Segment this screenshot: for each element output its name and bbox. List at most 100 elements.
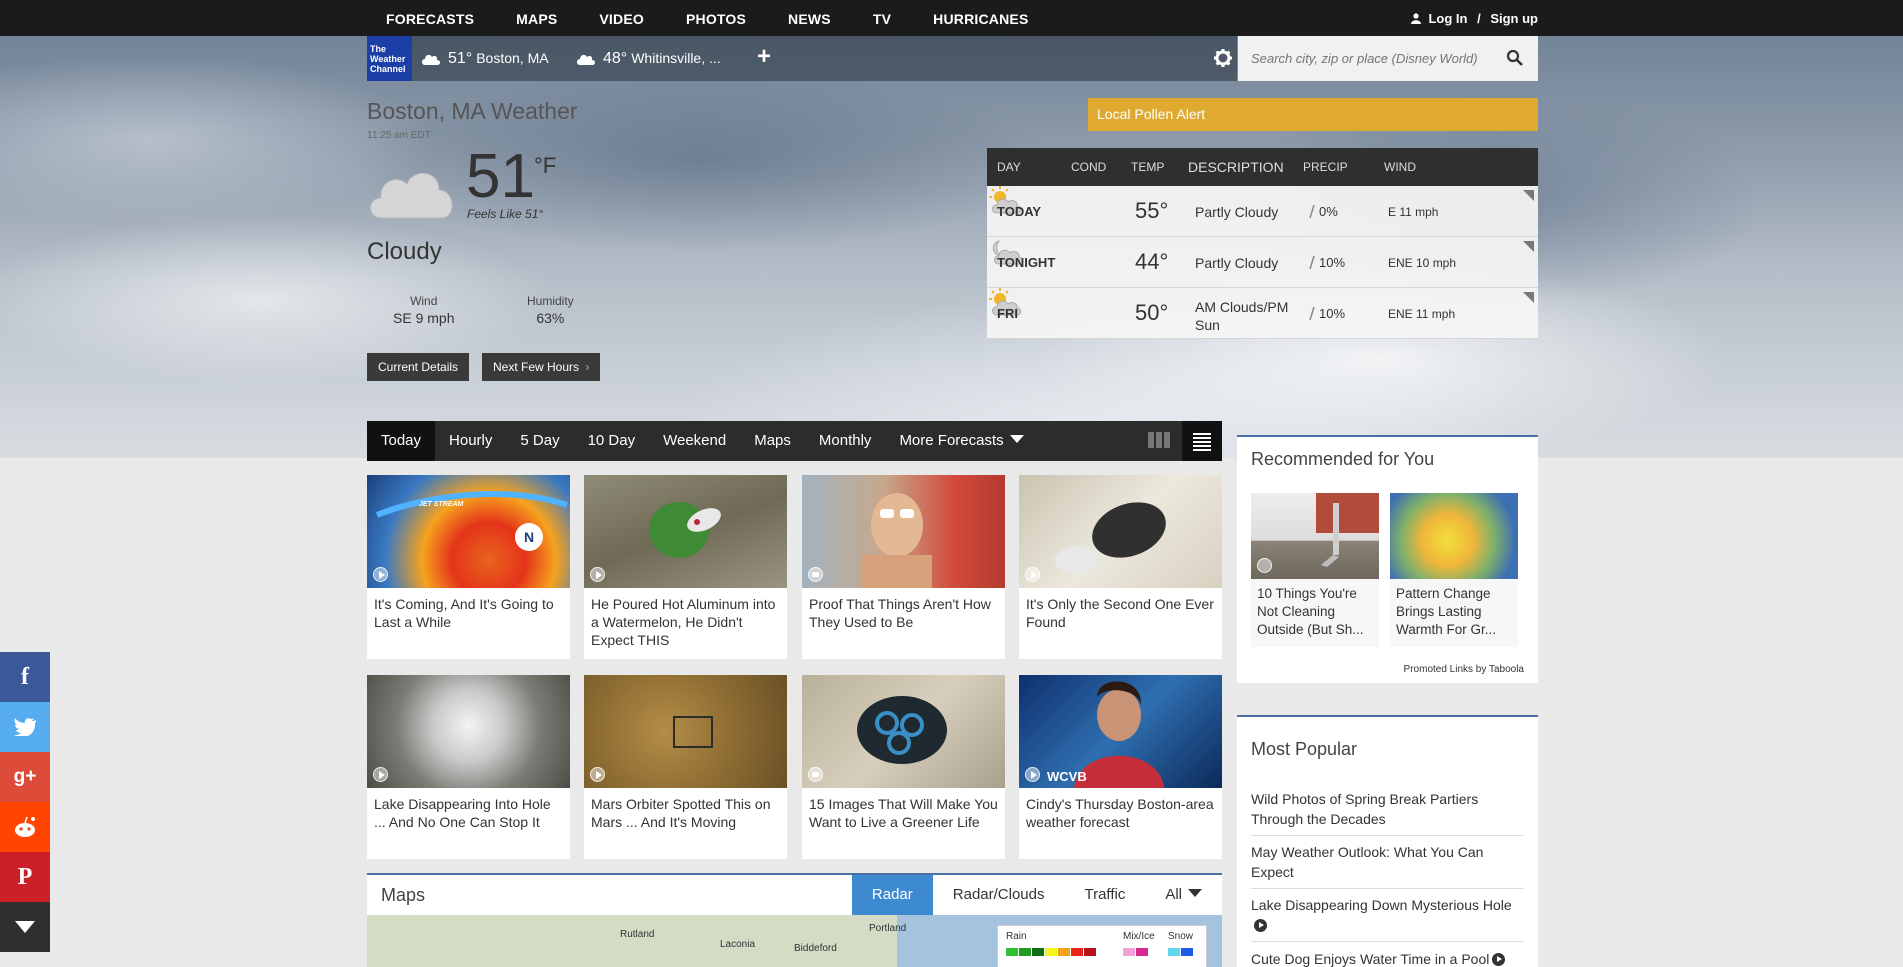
card-image-beach-party	[802, 475, 1005, 588]
play-icon	[590, 567, 605, 582]
news-card[interactable]: WCVB Cindy's Thursday Boston-area weathe…	[1019, 675, 1222, 859]
signup-link[interactable]: Sign up	[1490, 11, 1538, 26]
tab-all[interactable]: All	[1145, 875, 1222, 915]
precip-value: 10%	[1319, 306, 1346, 321]
nav-tv[interactable]: TV	[873, 0, 891, 36]
taboola-promo[interactable]: Promoted Links by Taboola	[1404, 664, 1524, 675]
tab-weekend[interactable]: Weekend	[649, 421, 740, 461]
radar-legend: Rain Mix/Ice Snow	[997, 925, 1207, 967]
tab-more-forecasts[interactable]: More Forecasts	[885, 421, 1037, 461]
snow-scale	[1168, 948, 1194, 956]
saved-location-whitinsville[interactable]: 48° Whitinsville, ...	[576, 36, 721, 81]
news-card[interactable]: Mars Orbiter Spotted This on Mars ... An…	[584, 675, 787, 859]
rain-scale	[1006, 948, 1097, 956]
expand-corner-icon[interactable]	[1523, 190, 1534, 201]
google-plus-button[interactable]: g+	[0, 752, 50, 802]
map-label: Rutland	[620, 929, 655, 940]
more-share-button[interactable]	[0, 902, 50, 952]
nav-photos[interactable]: PHOTOS	[686, 0, 746, 36]
expand-corner-icon[interactable]	[1523, 241, 1534, 252]
temp-unit[interactable]: °F	[534, 153, 556, 179]
current-details-button[interactable]: Current Details	[367, 353, 470, 381]
forecast-row-today[interactable]: TODAY 55° Partly Cloudy 0% E 11 mph	[987, 186, 1538, 237]
card-image-anchor: WCVB	[1019, 675, 1222, 788]
wcvb-label: WCVB	[1047, 769, 1087, 784]
news-card[interactable]: He Poured Hot Aluminum into a Watermelon…	[584, 475, 787, 659]
tab-radar[interactable]: Radar	[851, 875, 933, 915]
nav-forecasts[interactable]: FORECASTS	[386, 0, 474, 36]
card-image-mars	[584, 675, 787, 788]
card-image-lake-hole	[367, 675, 570, 788]
raindrop-icon	[1309, 307, 1315, 320]
news-card[interactable]: It's Only the Second One Ever Found	[1019, 475, 1222, 659]
tab-10-day[interactable]: 10 Day	[574, 421, 650, 461]
nav-news[interactable]: NEWS	[788, 0, 831, 36]
tab-monthly[interactable]: Monthly	[805, 421, 886, 461]
news-card[interactable]: Lake Disappearing Into Hole ... And No O…	[367, 675, 570, 859]
most-popular-panel: Most Popular Wild Photos of Spring Break…	[1237, 715, 1538, 967]
maps-tabs: Radar Radar/Clouds Traffic All	[851, 875, 1222, 915]
tab-radar-clouds[interactable]: Radar/Clouds	[933, 875, 1065, 915]
popular-item[interactable]: Cute Dog Enjoys Water Time in a Pool	[1251, 949, 1524, 967]
expand-corner-icon[interactable]	[1523, 292, 1534, 303]
header-precip: PRECIP	[1303, 160, 1348, 174]
recommended-item[interactable]: Pattern Change Brings Lasting Warmth For…	[1390, 493, 1518, 647]
twitter-button[interactable]	[0, 702, 50, 752]
pinterest-button[interactable]: P	[0, 852, 50, 902]
nav-maps[interactable]: MAPS	[516, 0, 557, 36]
social-share-bar: f g+ P	[0, 652, 50, 952]
next-few-hours-button[interactable]: Next Few Hours ›	[482, 353, 601, 381]
forecast-row-fri[interactable]: FRI 50° AM Clouds/PM Sun 10% ENE 11 mph	[987, 288, 1538, 339]
humidity-stat: Humidity 63%	[527, 294, 574, 326]
tab-traffic[interactable]: Traffic	[1064, 875, 1145, 915]
forecast-table: DAY COND TEMP DESCRIPTION PRECIP WIND TO…	[987, 148, 1538, 339]
grid-view-icon[interactable]	[1148, 432, 1170, 448]
login-link[interactable]: Log In	[1428, 11, 1467, 26]
humidity-value: 63%	[536, 310, 565, 326]
nav-video[interactable]: VIDEO	[599, 0, 644, 36]
location-temp: 48°	[603, 50, 628, 67]
recommended-item[interactable]: 10 Things You're Not Cleaning Outside (B…	[1251, 493, 1379, 647]
header-temp: TEMP	[1131, 160, 1165, 174]
tab-today[interactable]: Today	[367, 421, 436, 461]
nav-hurricanes[interactable]: HURRICANES	[933, 0, 1028, 36]
tab-hourly[interactable]: Hourly	[435, 421, 506, 461]
reddit-button[interactable]	[0, 802, 50, 852]
camera-icon	[1257, 558, 1272, 573]
popular-item[interactable]: May Weather Outlook: What You Can Expect	[1251, 842, 1524, 889]
auth-separator: /	[1477, 11, 1481, 26]
popular-item-label: Cute Dog Enjoys Water Time in a Pool	[1251, 951, 1490, 967]
facebook-button[interactable]: f	[0, 652, 50, 702]
card-caption: He Poured Hot Aluminum into a Watermelon…	[591, 596, 776, 648]
tab-maps[interactable]: Maps	[740, 421, 805, 461]
forecast-row-tonight[interactable]: TONIGHT 44° Partly Cloudy 10% ENE 10 mph	[987, 237, 1538, 288]
condition-phrase: Cloudy	[367, 238, 442, 265]
list-view-button[interactable]	[1182, 421, 1222, 461]
recommended-image	[1251, 493, 1379, 579]
humidity-label: Humidity	[527, 294, 574, 308]
search-icon[interactable]	[1506, 49, 1524, 67]
popular-item[interactable]: Wild Photos of Spring Break Partiers Thr…	[1251, 789, 1524, 836]
logo-line: Weather	[370, 54, 406, 64]
popular-item-label: Lake Disappearing Down Mysterious Hole	[1251, 897, 1512, 913]
search-input[interactable]	[1238, 36, 1498, 81]
card-image-jet-stream: N JET STREAM	[367, 475, 570, 588]
play-icon	[373, 767, 388, 782]
forecast-description: AM Clouds/PM Sun	[1195, 299, 1289, 333]
header-description: DESCRIPTION	[1188, 159, 1284, 175]
tab-5-day[interactable]: 5 Day	[506, 421, 573, 461]
pollen-alert[interactable]: Local Pollen Alert	[1088, 98, 1538, 131]
saved-location-boston[interactable]: 51° Boston, MA	[421, 36, 549, 81]
news-card[interactable]: N JET STREAM It's Coming, And It's Going…	[367, 475, 570, 659]
weather-channel-logo[interactable]: The Weather Channel	[367, 36, 412, 81]
twitter-icon	[14, 718, 36, 736]
news-card[interactable]: 15 Images That Will Make You Want to Liv…	[802, 675, 1005, 859]
forecast-precip: 10%	[1309, 254, 1345, 270]
popular-item[interactable]: Lake Disappearing Down Mysterious Hole	[1251, 895, 1524, 942]
gear-icon[interactable]	[1213, 48, 1233, 68]
beach-party-graphic	[862, 493, 932, 588]
wind-stat: Wind SE 9 mph	[393, 294, 454, 326]
rock-graphic	[1055, 502, 1166, 574]
news-card[interactable]: Proof That Things Aren't How They Used t…	[802, 475, 1005, 659]
add-location-button[interactable]: +	[757, 43, 771, 71]
